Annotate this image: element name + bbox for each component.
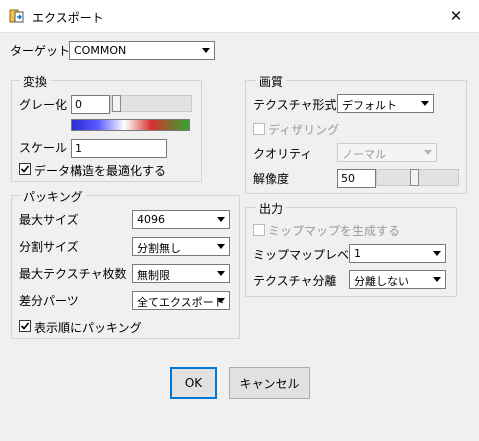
title-bar: エクスポート ✕ [0, 0, 479, 33]
chevron-down-icon [429, 272, 444, 287]
chevron-down-icon [213, 239, 228, 254]
max-size-label: 最大サイズ [19, 213, 79, 227]
grayscale-slider[interactable] [110, 95, 192, 112]
window-title: エクスポート [32, 11, 104, 25]
grayscale-slider-thumb[interactable] [112, 95, 121, 112]
quality-select[interactable]: ノーマル [337, 143, 437, 162]
chevron-down-icon [213, 212, 228, 227]
optimize-label: データ構造を最適化する [34, 164, 167, 178]
diff-parts-label: 差分パーツ [19, 294, 79, 308]
chevron-down-icon [213, 293, 228, 308]
check-icon [20, 165, 30, 173]
check-icon [20, 322, 30, 330]
max-texture-select[interactable]: 無制限 [132, 264, 230, 283]
chevron-down-icon [198, 43, 213, 58]
texture-split-select[interactable]: 分離しない [349, 270, 446, 289]
split-size-select[interactable]: 分割無し [132, 237, 230, 256]
max-texture-label: 最大テクスチャ枚数 [19, 267, 127, 281]
grayscale-label: グレー化 [19, 98, 68, 112]
mipmap-level-label: ミップマップレベル [253, 248, 362, 262]
chevron-down-icon [213, 266, 228, 281]
transform-group-title: 変換 [20, 73, 51, 90]
chevron-down-icon [420, 145, 435, 160]
close-icon: ✕ [449, 7, 463, 25]
mipmap-generate-checkbox[interactable] [253, 224, 265, 236]
resolution-input[interactable]: 50 [337, 169, 376, 188]
target-select[interactable]: COMMON [69, 41, 215, 60]
chevron-down-icon [417, 96, 432, 111]
dithering-checkbox[interactable] [253, 123, 265, 135]
quality-group-title: 画質 [256, 73, 287, 90]
texture-split-label: テクスチャ分離 [253, 274, 337, 288]
resolution-slider-thumb[interactable] [410, 169, 419, 186]
diff-parts-select[interactable]: 全てエクスポート [132, 291, 230, 310]
split-size-label: 分割サイズ [19, 240, 79, 254]
texture-format-select[interactable]: デフォルト [337, 94, 434, 113]
optimize-checkbox[interactable] [19, 163, 31, 175]
target-label: ターゲット [10, 44, 71, 58]
cancel-button[interactable]: キャンセル [229, 367, 310, 399]
mipmap-level-select[interactable]: 1 [349, 244, 446, 263]
scale-label: スケール [19, 141, 68, 155]
close-button[interactable]: ✕ [433, 0, 479, 32]
chevron-down-icon [429, 246, 444, 261]
display-order-checkbox[interactable] [19, 320, 31, 332]
scale-input[interactable]: 1 [71, 139, 167, 158]
packing-group-title: パッキング [20, 188, 86, 205]
mipmap-generate-label: ミップマップを生成する [268, 224, 401, 238]
app-icon [9, 9, 24, 23]
resolution-label: 解像度 [253, 172, 290, 186]
ok-button[interactable]: OK [170, 367, 217, 399]
max-size-select[interactable]: 4096 [132, 210, 230, 229]
output-group-title: 出力 [256, 200, 287, 217]
display-order-label: 表示順にパッキング [34, 321, 142, 335]
color-gradient-preview [71, 119, 190, 131]
texture-format-label: テクスチャ形式 [253, 98, 337, 112]
dithering-label: ディザリング [268, 123, 340, 137]
quality-label: クオリティ [253, 147, 313, 161]
grayscale-input[interactable]: 0 [71, 95, 110, 114]
